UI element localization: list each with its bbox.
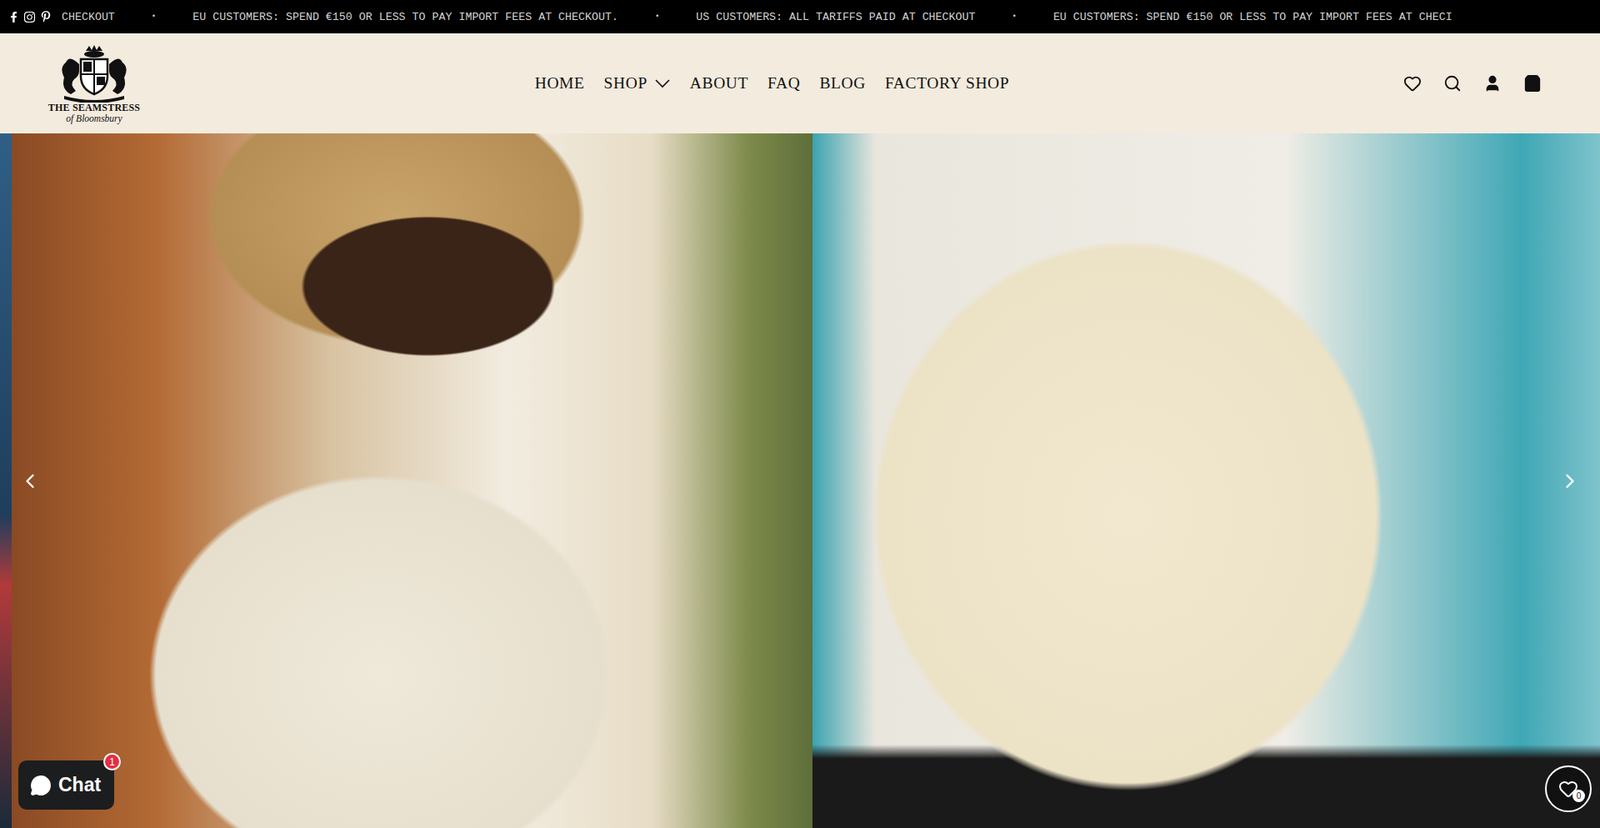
wishlist-button[interactable] [1403, 74, 1422, 93]
announcement-bar: CHECKOUT • EU CUSTOMERS: SPEND €150 OR LES… [0, 0, 1600, 34]
nav-item[interactable]: SHOP [604, 69, 671, 98]
main-nav: HOME SHOP ABOUT FAQ BLOG FACTORY SHOP [140, 69, 1404, 98]
account-button[interactable] [1483, 74, 1502, 93]
ticker-message: CHECKOUT [61, 10, 115, 24]
wishlist-icon [1403, 74, 1422, 93]
nav-item[interactable]: HOME [535, 69, 585, 98]
ticker-separator: • [655, 12, 660, 21]
nav-item[interactable]: ABOUT [690, 69, 749, 98]
facebook-icon[interactable] [8, 11, 20, 23]
ticker-message: EU CUSTOMERS: SPEND €150 OR LESS TO PAY … [1053, 10, 1453, 24]
search-button[interactable] [1443, 74, 1462, 93]
ticker-message: EU CUSTOMERS: SPEND €150 OR LESS TO PAY … [192, 10, 619, 24]
pinterest-icon[interactable] [40, 10, 52, 23]
ticker-separator: • [1011, 12, 1016, 21]
nav-item[interactable]: BLOG [819, 69, 865, 98]
chat-bubble-icon [30, 774, 52, 796]
ticker-separator: • [151, 12, 156, 21]
crest-icon [47, 42, 141, 103]
cart-icon [1523, 74, 1542, 93]
instagram-icon[interactable] [23, 10, 36, 24]
nav-item[interactable]: FAQ [767, 69, 800, 98]
chevron-left-icon [18, 469, 42, 493]
logo-title: THE SEAMSTRESS [48, 102, 141, 114]
chat-button[interactable]: Chat1 [18, 760, 115, 810]
hero-photo [812, 133, 1600, 828]
hero-carousel: Chat1 0 [0, 133, 1600, 828]
header-icons [1403, 74, 1542, 93]
ticker: CHECKOUT • EU CUSTOMERS: SPEND €150 OR LES… [61, 10, 1453, 24]
social-links [8, 10, 52, 24]
previous-slide-button[interactable] [15, 465, 45, 496]
wishlist-count: 0 [1572, 789, 1585, 802]
account-icon [1483, 74, 1502, 93]
nav-item[interactable]: FACTORY SHOP [885, 69, 1010, 98]
logo-subtitle: of Bloomsbury [65, 113, 122, 125]
logo[interactable]: THE SEAMSTRESSof Bloomsbury [47, 42, 141, 125]
chevron-down-icon [654, 78, 671, 89]
chevron-right-icon [1558, 469, 1582, 493]
hero-photo [11, 133, 813, 828]
ticker-message: US CUSTOMERS: ALL TARIFFS PAID AT CHECKO… [695, 10, 975, 24]
chat-label: Chat [58, 773, 101, 796]
page: CHECKOUT • EU CUSTOMERS: SPEND €150 OR LES… [0, 0, 1600, 828]
search-icon [1443, 74, 1462, 93]
wishlist-floating-button[interactable]: 0 [1545, 765, 1592, 812]
site-header: THE SEAMSTRESSof Bloomsbury HOME SHOP ABOUT… [0, 33, 1600, 134]
cart-button[interactable] [1523, 74, 1542, 93]
next-slide-button[interactable] [1555, 465, 1585, 496]
chat-badge: 1 [103, 752, 121, 770]
previous-slide-photo [0, 133, 12, 828]
